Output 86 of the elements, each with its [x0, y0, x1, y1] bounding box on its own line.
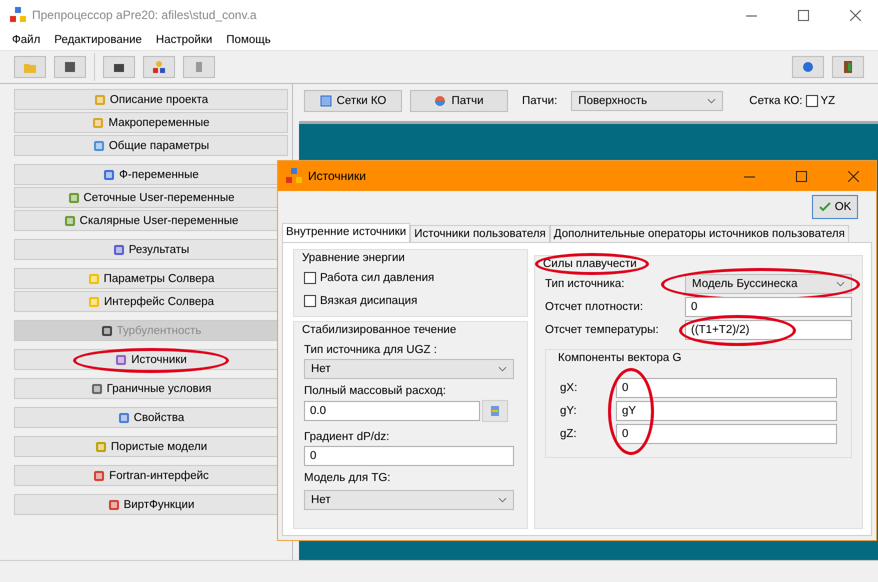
item-icon	[108, 498, 120, 510]
item-icon	[92, 116, 104, 128]
item-icon	[100, 324, 113, 336]
patches-dropdown[interactable]: Поверхность	[571, 91, 724, 111]
exit-button[interactable]	[832, 56, 864, 78]
shapes-icon	[152, 60, 166, 74]
caret-icon	[498, 497, 507, 503]
item-icon	[92, 140, 105, 152]
door-icon	[841, 60, 855, 74]
help-button[interactable]	[792, 56, 824, 78]
menu-item[interactable]: Помощь	[226, 34, 271, 46]
camera-button[interactable]	[103, 56, 135, 78]
item-icon	[112, 244, 125, 256]
ok-button[interactable]: OK	[812, 195, 858, 219]
menu-item[interactable]: Редактирование	[54, 34, 142, 46]
tab[interactable]: Дополнительные операторы источников пользователя	[550, 225, 849, 242]
patches-label: Патчи:	[522, 95, 558, 107]
help-icon	[801, 60, 815, 74]
item-icon	[90, 382, 103, 394]
yz-checkbox[interactable]	[806, 95, 818, 107]
field-label: Градиент dP/dz:	[304, 430, 390, 445]
field-label: Отсчет плотности:	[545, 300, 644, 314]
view-button[interactable]: Патчи	[410, 90, 508, 112]
field-label: gX:	[560, 380, 578, 396]
checkbox[interactable]	[304, 272, 316, 284]
dialog-title: Источники	[308, 169, 367, 183]
gradient-field[interactable]: 0	[304, 446, 514, 466]
document-icon	[489, 405, 501, 417]
sidebar-item[interactable]: Макропеременные	[14, 112, 288, 133]
view-button[interactable]: Сетки КО	[304, 90, 402, 112]
item-icon	[88, 272, 100, 284]
item-icon	[88, 296, 100, 308]
input-field[interactable]: 0	[616, 424, 837, 444]
sidebar-item[interactable]: Описание проекта	[14, 89, 288, 110]
menu-item[interactable]: Файл	[12, 34, 40, 46]
field-label: Тип источника для UGZ :	[304, 343, 438, 358]
field-label: gY:	[560, 404, 578, 418]
menu-item[interactable]: Настройки	[156, 34, 212, 46]
input-field[interactable]: 0	[685, 296, 852, 316]
flow-field[interactable]: 0.0	[304, 401, 480, 421]
tg-dropdown[interactable]: Нет	[304, 490, 514, 510]
grid-icon	[320, 95, 332, 107]
app-icon	[10, 7, 26, 23]
yz-label: YZ	[820, 95, 836, 107]
caret-icon	[836, 280, 845, 286]
field-label: Модель для TG:	[304, 471, 392, 486]
checkbox[interactable]	[304, 294, 316, 306]
field-label: gZ:	[560, 426, 578, 442]
checkbox-label: Вязкая дисипация	[320, 294, 418, 306]
sidebar-item[interactable]: Общие параметры	[14, 135, 288, 156]
app-icon	[286, 168, 302, 184]
item-icon	[93, 470, 106, 482]
maximize-icon[interactable]	[796, 170, 806, 182]
field-label: Тип источника:	[545, 276, 626, 292]
group-title: Уравнение энергии	[302, 252, 405, 264]
item-icon	[68, 192, 80, 204]
item-icon	[94, 94, 106, 106]
grid-label: Сетка КО:	[749, 95, 802, 107]
item-icon	[103, 168, 116, 180]
tab[interactable]: Источники пользователя	[410, 225, 550, 242]
close-icon[interactable]	[848, 170, 858, 182]
item-icon	[94, 440, 107, 452]
close-icon[interactable]	[850, 10, 860, 20]
caret-icon	[707, 98, 716, 104]
input-field[interactable]: 0	[616, 378, 837, 398]
tools-button[interactable]	[143, 56, 175, 78]
input-field[interactable]: ((T1+T2)/2)	[685, 320, 852, 340]
window-title: Препроцессор aPre20: afiles\stud_conv.a	[32, 8, 258, 22]
source-type-dropdown[interactable]: Модель Буссинеска	[685, 274, 852, 294]
group-title: Силы плавучести	[543, 258, 637, 270]
field-label: Отсчет температуры:	[545, 322, 660, 338]
caret-icon	[498, 366, 507, 372]
group-title: Стабилизированное течение	[302, 324, 456, 336]
checkbox-label: Работа сил давления	[320, 272, 434, 284]
field-label: Полный массовый расход:	[304, 384, 447, 399]
checkmark-icon	[818, 201, 831, 213]
item-icon	[118, 412, 130, 424]
item-icon	[64, 214, 76, 226]
tab[interactable]: Внутренние источники	[282, 223, 410, 242]
group-title: Компоненты вектора G	[558, 352, 682, 364]
save-button[interactable]	[54, 56, 86, 78]
item-icon	[115, 354, 128, 366]
maximize-icon[interactable]	[798, 10, 808, 20]
ugz-dropdown[interactable]: Нет	[304, 359, 514, 379]
input-field[interactable]: gY	[616, 400, 837, 420]
ball-icon	[434, 95, 446, 107]
